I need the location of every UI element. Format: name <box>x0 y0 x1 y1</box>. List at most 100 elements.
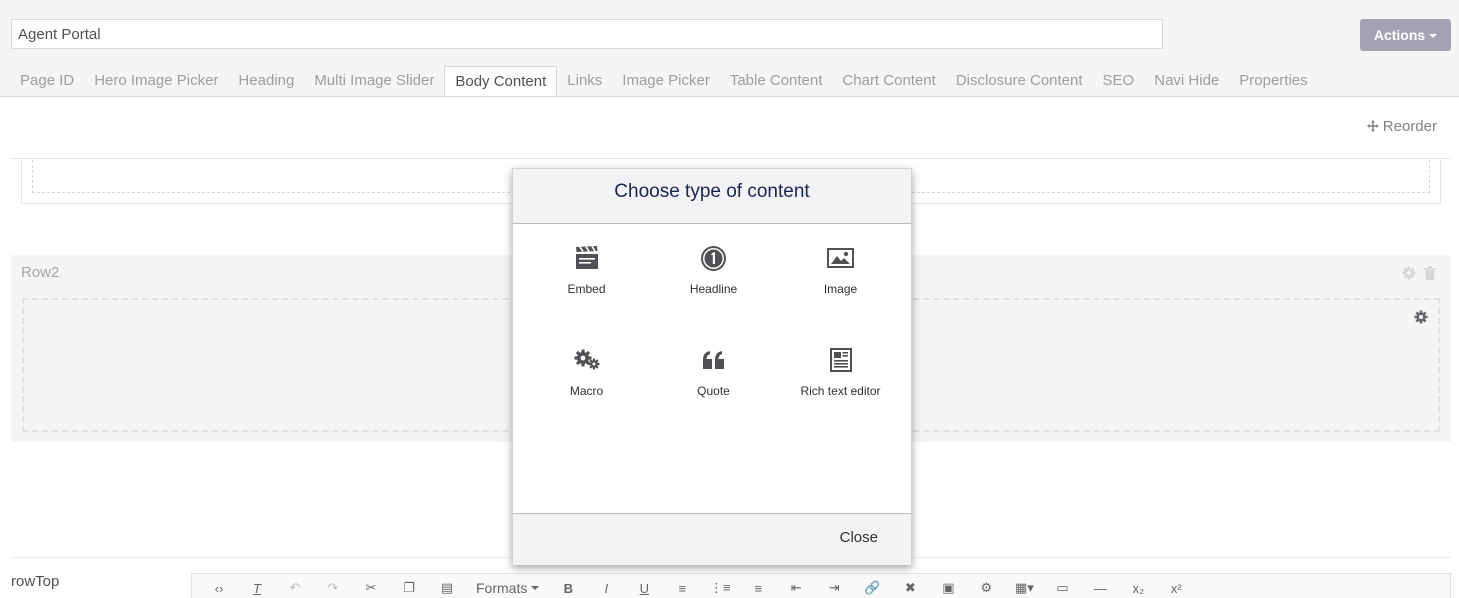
dialog-footer: Close <box>513 513 911 565</box>
clapperboard-icon <box>573 244 601 272</box>
content-type-rich-text-editor[interactable]: Rich text editor <box>777 346 904 398</box>
move-icon <box>1366 120 1379 132</box>
link-icon: 🔗 <box>864 580 881 595</box>
bullet-list-button[interactable]: ⋮≡ <box>701 574 739 598</box>
subscript-button[interactable]: x₂ <box>1119 574 1157 598</box>
copy-icon: ❐ <box>403 580 415 595</box>
dialog-title: Choose type of content <box>614 181 810 202</box>
reorder-button[interactable]: Reorder <box>1366 118 1437 135</box>
tab-navi-hide[interactable]: Navi Hide <box>1144 66 1229 97</box>
subscript-icon: x₂ <box>1132 580 1145 596</box>
row-separator <box>11 158 1451 159</box>
formats-label: Formats <box>476 580 528 596</box>
cell-settings-gear-icon <box>1414 310 1428 324</box>
tab-properties[interactable]: Properties <box>1229 66 1317 97</box>
tab-page-id[interactable]: Page ID <box>10 66 84 97</box>
dialog-header: Choose type of content <box>513 169 911 224</box>
quote-icon <box>700 346 728 374</box>
content-type-label: Macro <box>569 384 604 398</box>
tab-table-content[interactable]: Table Content <box>720 66 833 97</box>
unlink-icon: ✖ <box>904 580 916 595</box>
cut-button[interactable]: ✂ <box>352 574 390 598</box>
code-icon: ‹› <box>214 580 224 596</box>
circled-one-icon <box>700 244 728 272</box>
rich-text-toolbar: ‹› T ↶ ↷ ✂ ❐ ▤ Formats B I U ≡ ⋮≡ ≡ ⇤ ⇥ … <box>191 573 1451 598</box>
row-delete-trash-icon[interactable] <box>1424 266 1436 280</box>
tab-body-content[interactable]: Body Content <box>444 66 558 97</box>
source-code-button[interactable]: ‹› <box>200 574 238 598</box>
table-icon: ▦▾ <box>1014 580 1034 595</box>
content-type-dialog: Choose type of content Embed Headline Im… <box>512 168 912 565</box>
tab-disclosure-content[interactable]: Disclosure Content <box>946 66 1093 97</box>
tab-chart-content[interactable]: Chart Content <box>832 66 945 97</box>
horizontal-rule-button[interactable]: — <box>1081 574 1119 598</box>
content-type-grid: Embed Headline Image Macro Quote Rich te… <box>523 244 903 398</box>
content-type-label: Headline <box>689 282 738 296</box>
insert-macro-button[interactable]: ⚙ <box>967 574 1005 598</box>
italic-icon: I <box>604 580 609 596</box>
indent-button[interactable]: ⇥ <box>815 574 853 598</box>
actions-button-label: Actions <box>1373 27 1426 43</box>
tab-multi-image-slider[interactable]: Multi Image Slider <box>304 66 444 97</box>
superscript-button[interactable]: x² <box>1157 574 1195 598</box>
redo-button[interactable]: ↷ <box>314 574 352 598</box>
copy-button[interactable]: ❐ <box>390 574 428 598</box>
row-top-label: rowTop <box>11 573 60 590</box>
numbered-list-icon: ≡ <box>754 580 763 596</box>
italic-button[interactable]: I <box>587 574 625 598</box>
paste-icon: ▤ <box>440 580 454 595</box>
row-settings-gear-icon[interactable] <box>1402 266 1416 280</box>
insert-image-button[interactable]: ▣ <box>929 574 967 598</box>
content-type-headline[interactable]: Headline <box>650 244 777 296</box>
newspaper-icon <box>827 346 855 374</box>
content-type-quote[interactable]: Quote <box>650 346 777 398</box>
reorder-label: Reorder <box>1382 118 1437 135</box>
caret-down-icon <box>1429 34 1438 39</box>
tab-bar: Page ID Hero Image Picker Heading Multi … <box>10 66 1318 97</box>
image-icon: ▣ <box>942 580 955 595</box>
bullet-list-icon: ⋮≡ <box>710 580 731 595</box>
gears-icon: ⚙ <box>980 580 993 595</box>
content-type-label: Image <box>823 282 858 296</box>
row-2-tools <box>1402 266 1436 280</box>
link-button[interactable]: 🔗 <box>853 574 891 598</box>
undo-button[interactable]: ↶ <box>276 574 314 598</box>
undo-icon: ↶ <box>289 580 301 595</box>
gears-icon <box>573 346 601 374</box>
table-button[interactable]: ▦▾ <box>1005 574 1043 598</box>
content-type-label: Embed <box>567 282 606 296</box>
content-type-label: Quote <box>697 384 730 398</box>
cell-settings-button[interactable] <box>1414 310 1428 329</box>
tab-links[interactable]: Links <box>557 66 612 97</box>
outdent-button[interactable]: ⇤ <box>777 574 815 598</box>
align-center-icon: ≡ <box>678 580 687 596</box>
tab-seo[interactable]: SEO <box>1093 66 1145 97</box>
bold-icon: B <box>563 580 574 596</box>
clear-formatting-button[interactable]: T <box>238 574 276 598</box>
align-center-button[interactable]: ≡ <box>663 574 701 598</box>
embed-media-button[interactable]: ▭ <box>1043 574 1081 598</box>
numbered-list-button[interactable]: ≡ <box>739 574 777 598</box>
outdent-icon: ⇤ <box>790 580 802 595</box>
bold-button[interactable]: B <box>549 574 587 598</box>
tab-image-picker[interactable]: Image Picker <box>612 66 720 97</box>
underline-icon: U <box>639 580 650 596</box>
actions-button[interactable]: Actions <box>1360 19 1451 51</box>
formats-dropdown[interactable]: Formats <box>466 580 549 596</box>
row-2-label: Row2 <box>21 264 60 281</box>
content-type-label: Rich text editor <box>800 384 881 398</box>
monitor-icon: ▭ <box>1056 580 1069 595</box>
close-button[interactable]: Close <box>840 529 878 546</box>
picture-icon <box>827 244 855 272</box>
indent-icon: ⇥ <box>828 580 840 595</box>
tab-hero-image-picker[interactable]: Hero Image Picker <box>84 66 228 97</box>
clear-formatting-icon: T <box>253 580 261 596</box>
content-type-embed[interactable]: Embed <box>523 244 650 296</box>
content-type-image[interactable]: Image <box>777 244 904 296</box>
unlink-button[interactable]: ✖ <box>891 574 929 598</box>
underline-button[interactable]: U <box>625 574 663 598</box>
paste-button[interactable]: ▤ <box>428 574 466 598</box>
content-type-macro[interactable]: Macro <box>523 346 650 398</box>
tab-heading[interactable]: Heading <box>228 66 304 97</box>
document-name-input[interactable] <box>11 19 1163 49</box>
